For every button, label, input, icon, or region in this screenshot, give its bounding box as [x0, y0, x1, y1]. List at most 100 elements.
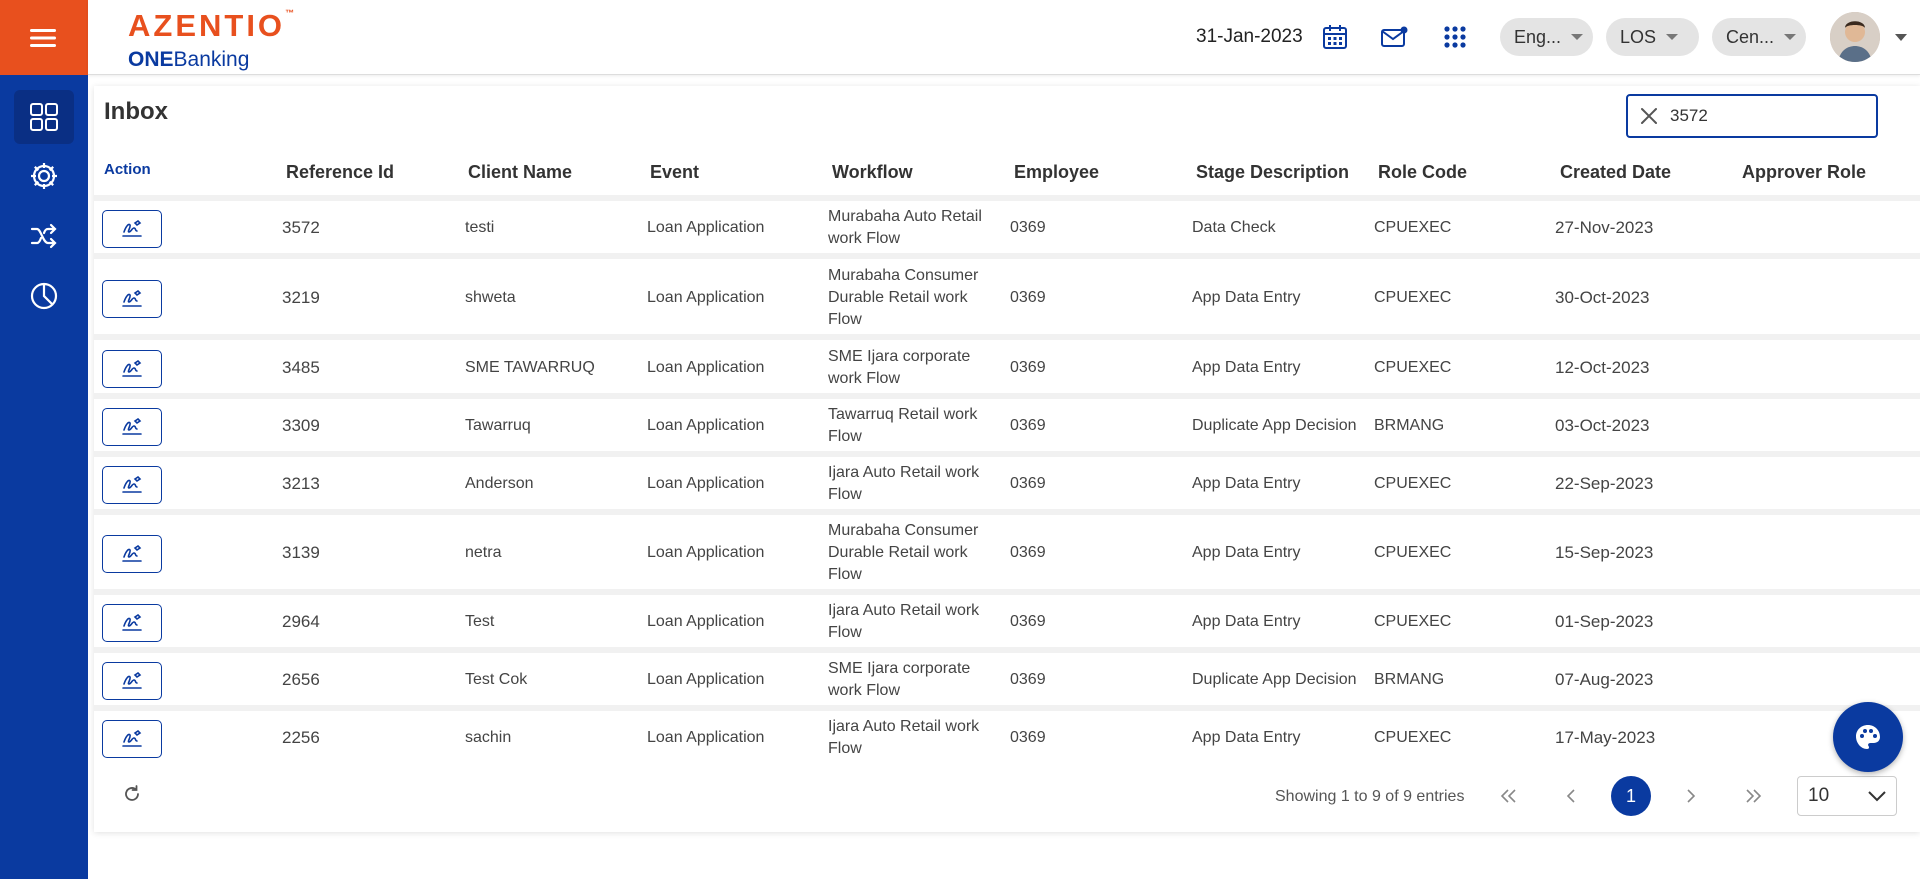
- cell-stage-description: Duplicate App Decision: [1192, 417, 1357, 434]
- cell-event: Loan Application: [647, 729, 765, 746]
- cell-event: Loan Application: [647, 475, 765, 492]
- cell-created-date: 03-Oct-2023: [1555, 416, 1650, 435]
- table-row[interactable]: 3572 testi Loan Application Murabaha Auto R…: [94, 195, 1920, 253]
- chevron-right-icon: [1687, 789, 1696, 803]
- cell-employee: 0369: [1010, 475, 1046, 492]
- row-action-button[interactable]: [102, 280, 162, 318]
- column-header-stage-description[interactable]: Stage Description: [1196, 162, 1349, 183]
- column-header-client-name[interactable]: Client Name: [468, 162, 572, 183]
- row-action-button[interactable]: [102, 350, 162, 388]
- last-page-button[interactable]: [1735, 778, 1771, 814]
- apps-button[interactable]: [1440, 22, 1470, 52]
- first-page-button[interactable]: [1491, 778, 1527, 814]
- sidebar-item-reports[interactable]: [22, 274, 66, 318]
- module-dropdown[interactable]: LOS: [1606, 18, 1699, 56]
- table-row[interactable]: 2656 Test Cok Loan Application SME Ijara co…: [94, 647, 1920, 705]
- cell-workflow: Tawarruq Retail work Flow: [828, 406, 978, 445]
- table-row[interactable]: 2964 Test Loan Application Ijara Auto Retai…: [94, 589, 1920, 647]
- brand-logo: AZENTIO™: [128, 8, 295, 43]
- previous-page-button[interactable]: [1553, 778, 1589, 814]
- table-row[interactable]: 3485 SME TAWARRUQ Loan Application SME Ijar…: [94, 334, 1920, 393]
- business-date: 31-Jan-2023: [1196, 26, 1303, 47]
- column-header-employee[interactable]: Employee: [1014, 162, 1099, 183]
- row-action-button[interactable]: [102, 720, 162, 758]
- refresh-button[interactable]: [122, 784, 142, 809]
- search-input[interactable]: [1670, 106, 1850, 126]
- branch-dropdown[interactable]: Cen...: [1712, 18, 1806, 56]
- cell-reference-id: 3139: [282, 543, 320, 562]
- table-row[interactable]: 3213 Anderson Loan Application Ijara Auto R…: [94, 451, 1920, 509]
- cell-stage-description: App Data Entry: [1192, 289, 1301, 306]
- cell-role-code: CPUEXEC: [1374, 219, 1452, 236]
- table-row[interactable]: 2256 sachin Loan Application Ijara Auto Ret…: [94, 705, 1920, 763]
- clear-search-icon[interactable]: [1640, 107, 1658, 125]
- theme-palette-button[interactable]: [1833, 702, 1903, 772]
- cell-workflow: Ijara Auto Retail work Flow: [828, 464, 980, 503]
- language-dropdown[interactable]: Eng...: [1500, 18, 1593, 56]
- cell-event: Loan Application: [647, 417, 765, 434]
- signature-icon: [122, 730, 142, 747]
- sidebar-item-dashboard[interactable]: [14, 90, 74, 144]
- column-header-role-code[interactable]: Role Code: [1378, 162, 1467, 183]
- cell-client-name: SME TAWARRUQ: [465, 359, 595, 376]
- search-field[interactable]: [1626, 94, 1878, 138]
- cell-reference-id: 3572: [282, 218, 320, 237]
- cell-stage-description: App Data Entry: [1192, 475, 1301, 492]
- cell-client-name: Test Cok: [465, 671, 528, 688]
- column-header-reference-id[interactable]: Reference Id: [286, 162, 394, 183]
- row-action-button[interactable]: [102, 535, 162, 573]
- page-size-select[interactable]: 10: [1797, 776, 1897, 816]
- cell-created-date: 12-Oct-2023: [1555, 358, 1650, 377]
- table-row[interactable]: 3219 shweta Loan Application Murabaha Consu…: [94, 253, 1920, 334]
- cell-role-code: CPUEXEC: [1374, 289, 1452, 306]
- column-header-event[interactable]: Event: [650, 162, 699, 183]
- dashboard-icon: [30, 103, 58, 131]
- user-menu-chevron-icon[interactable]: [1895, 34, 1907, 41]
- cell-client-name: testi: [465, 219, 495, 236]
- double-chevron-right-icon: [1746, 789, 1762, 803]
- table-footer: Showing 1 to 9 of 9 entries 1 10: [94, 760, 1920, 832]
- cell-event: Loan Application: [647, 613, 765, 630]
- cell-workflow: Ijara Auto Retail work Flow: [828, 602, 980, 641]
- cell-stage-description: App Data Entry: [1192, 544, 1301, 561]
- row-action-button[interactable]: [102, 662, 162, 700]
- cell-created-date: 15-Sep-2023: [1555, 543, 1654, 562]
- signature-icon: [122, 290, 142, 307]
- column-header-approver-role[interactable]: Approver Role: [1742, 162, 1866, 183]
- page-1-button[interactable]: 1: [1611, 776, 1651, 816]
- next-page-button[interactable]: [1673, 778, 1709, 814]
- sidebar-item-settings[interactable]: [22, 154, 66, 198]
- cell-employee: 0369: [1010, 671, 1046, 688]
- cell-role-code: CPUEXEC: [1374, 359, 1452, 376]
- hamburger-menu-button[interactable]: [0, 0, 88, 75]
- top-header: AZENTIO™ ONEBanking 31-Jan-2023 Eng... L…: [88, 0, 1920, 75]
- chevron-down-icon: [1868, 791, 1886, 802]
- double-chevron-left-icon: [1500, 789, 1516, 803]
- cell-client-name: netra: [465, 544, 502, 561]
- row-action-button[interactable]: [102, 408, 162, 446]
- user-avatar[interactable]: [1830, 12, 1880, 62]
- row-action-button[interactable]: [102, 466, 162, 504]
- cell-client-name: shweta: [465, 289, 516, 306]
- row-action-button[interactable]: [102, 604, 162, 642]
- table-row[interactable]: 3309 Tawarruq Loan Application Tawarruq Ret…: [94, 393, 1920, 451]
- cell-created-date: 17-May-2023: [1555, 728, 1656, 747]
- mail-button[interactable]: [1379, 22, 1409, 52]
- cell-employee: 0369: [1010, 219, 1046, 236]
- cell-role-code: CPUEXEC: [1374, 475, 1452, 492]
- signature-icon: [122, 614, 142, 631]
- cell-client-name: Anderson: [465, 475, 534, 492]
- cell-client-name: Test: [465, 613, 495, 630]
- pie-chart-icon: [30, 282, 58, 310]
- row-action-button[interactable]: [102, 210, 162, 248]
- branch-value: Cen...: [1726, 26, 1775, 47]
- cell-role-code: CPUEXEC: [1374, 544, 1452, 561]
- column-header-created-date[interactable]: Created Date: [1560, 162, 1671, 183]
- table-row[interactable]: 3139 netra Loan Application Murabaha Consum…: [94, 509, 1920, 589]
- calendar-button[interactable]: [1320, 22, 1350, 52]
- column-header-workflow[interactable]: Workflow: [832, 162, 913, 183]
- shuffle-icon: [30, 223, 57, 249]
- cell-role-code: CPUEXEC: [1374, 613, 1452, 630]
- signature-icon: [122, 545, 142, 562]
- sidebar-item-workflow[interactable]: [22, 214, 66, 258]
